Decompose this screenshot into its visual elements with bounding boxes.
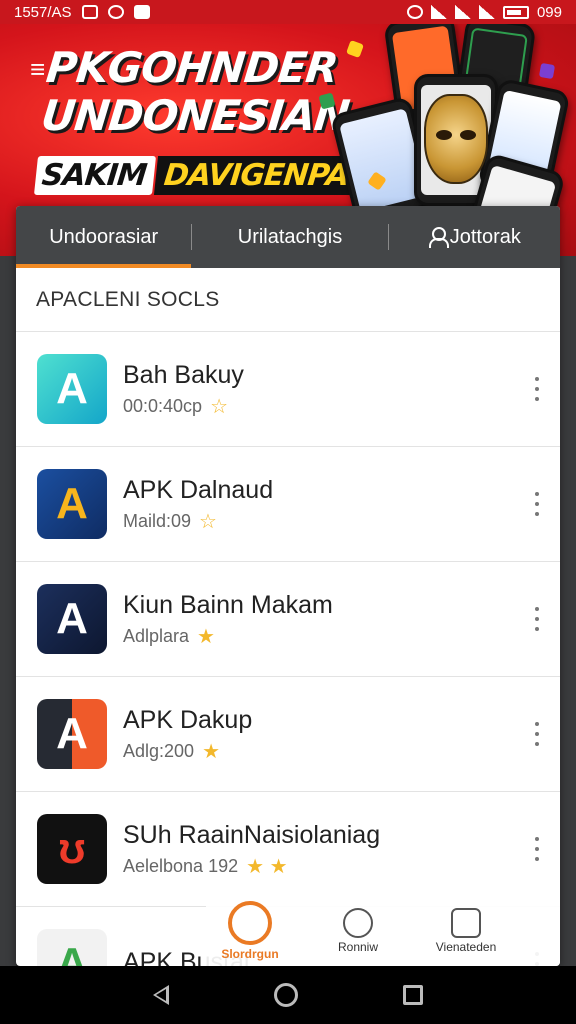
more-options-icon[interactable] <box>532 377 542 401</box>
tab-label: Jottorak <box>449 225 521 248</box>
star-icon: ☆ <box>199 510 217 533</box>
app-name: SUh RaainNaisiolaniag <box>123 820 381 849</box>
cloud-icon <box>451 908 481 938</box>
mask-illustration <box>424 94 488 184</box>
background-panel <box>0 256 16 966</box>
banner-sub-white: SAKIM <box>33 156 157 195</box>
target-icon <box>343 908 373 938</box>
app-logo-icon: A <box>56 594 88 643</box>
bottom-navigation: Slordrgun Ronniw Vienateden <box>206 896 560 966</box>
confetti-shape <box>538 62 556 80</box>
app-name: APK Dalnaud <box>123 475 274 504</box>
app-logo-icon: A <box>56 939 88 966</box>
back-icon[interactable] <box>152 985 169 1005</box>
more-options-icon[interactable] <box>532 722 542 746</box>
bottom-nav-label: Ronniw <box>337 940 379 954</box>
wifi-app-icon <box>228 901 272 945</box>
wifi-icon-2 <box>454 5 471 19</box>
system-navigation-bar <box>0 966 576 1024</box>
list-item[interactable]: A APK Dalnaud Maild:09 ☆ <box>16 447 560 562</box>
bottom-nav-label: Slordrgun <box>221 947 279 961</box>
person-icon <box>428 227 449 248</box>
tab-bar: Undoorasiar Urilatachgis Jottorak <box>16 206 560 268</box>
more-options-icon[interactable] <box>532 837 542 861</box>
app-list: A Bah Bakuy 00:0:40cp ☆ A APK Dalnaud Ma… <box>16 332 560 966</box>
notification-icon <box>107 5 124 19</box>
tab-jottorak[interactable]: Jottorak <box>389 206 560 268</box>
app-notification-icon <box>133 5 150 19</box>
battery-icon <box>502 5 529 19</box>
bottom-nav-vienateden[interactable]: Vienateden <box>422 908 510 954</box>
app-logo-icon: A <box>56 479 88 528</box>
menu-icon[interactable]: ≡ <box>30 54 45 85</box>
app-meta: Adlplara <box>123 625 190 646</box>
alarm-icon <box>406 5 423 19</box>
bottom-nav-ronniw[interactable]: Ronniw <box>314 908 402 954</box>
active-tab-indicator <box>16 264 192 268</box>
app-icon[interactable]: A <box>37 584 107 654</box>
tab-undoorasiar[interactable]: Undoorasiar <box>16 206 192 268</box>
section-title: APACLENI SOCLS <box>16 268 560 332</box>
app-name: Kiun Bainn Makam <box>123 590 333 619</box>
app-icon[interactable]: ʊ <box>37 814 107 884</box>
list-item[interactable]: A Bah Bakuy 00:0:40cp ☆ <box>16 332 560 447</box>
app-icon[interactable]: A <box>37 929 107 966</box>
list-item[interactable]: ʊ SUh RaainNaisiolaniag Aelelbona 192 ★ … <box>16 792 560 907</box>
banner-title: PKGOHNDER UNDONESIAN <box>38 43 356 140</box>
more-options-icon[interactable] <box>532 607 542 631</box>
app-meta: Adlg:200 <box>123 740 195 761</box>
app-icon[interactable]: A <box>37 469 107 539</box>
star-icon: ★ ★ <box>246 855 288 878</box>
bottom-nav-slordrgun[interactable]: Slordrgun <box>206 901 294 961</box>
mail-icon <box>81 5 98 19</box>
app-icon[interactable]: A <box>37 354 107 424</box>
bottom-nav-label: Vienateden <box>435 940 497 954</box>
tab-label: Undoorasiar <box>49 225 159 248</box>
banner-title-line1: PKGOHNDER <box>44 43 340 92</box>
list-item[interactable]: A Kiun Bainn Makam Adlplara ★ <box>16 562 560 677</box>
list-item[interactable]: A APK Dakup Adlg:200 ★ <box>16 677 560 792</box>
app-icon[interactable]: A <box>37 699 107 769</box>
status-bar: 1557/AS 099 <box>0 0 576 24</box>
background-panel <box>560 256 576 966</box>
status-time: 1557/AS <box>14 3 72 21</box>
app-list-card: Undoorasiar Urilatachgis Jottorak APACLE… <box>16 206 560 966</box>
app-meta: Maild:09 <box>123 510 192 531</box>
star-icon: ☆ <box>210 395 229 418</box>
tab-urilatachgis[interactable]: Urilatachgis <box>192 206 387 268</box>
home-icon[interactable] <box>273 983 298 1007</box>
banner-title-line2: UNDONESIAN <box>38 91 352 140</box>
battery-level: 099 <box>536 3 562 21</box>
app-name: APK Dakup <box>123 705 253 734</box>
app-meta: 00:0:40cp <box>123 395 203 416</box>
app-meta: Aelelbona 192 <box>123 855 239 876</box>
app-logo-icon: ʊ <box>58 824 86 873</box>
app-logo-icon: A <box>56 364 88 413</box>
tab-label: Urilatachgis <box>237 225 343 248</box>
signal-icon <box>478 5 495 19</box>
wifi-icon <box>430 5 447 19</box>
star-icon: ★ <box>197 625 215 648</box>
recent-apps-icon[interactable] <box>403 985 424 1005</box>
app-logo-icon: A <box>56 709 88 758</box>
more-options-icon[interactable] <box>532 492 542 516</box>
star-icon: ★ <box>202 740 220 763</box>
app-name: Bah Bakuy <box>123 360 244 389</box>
